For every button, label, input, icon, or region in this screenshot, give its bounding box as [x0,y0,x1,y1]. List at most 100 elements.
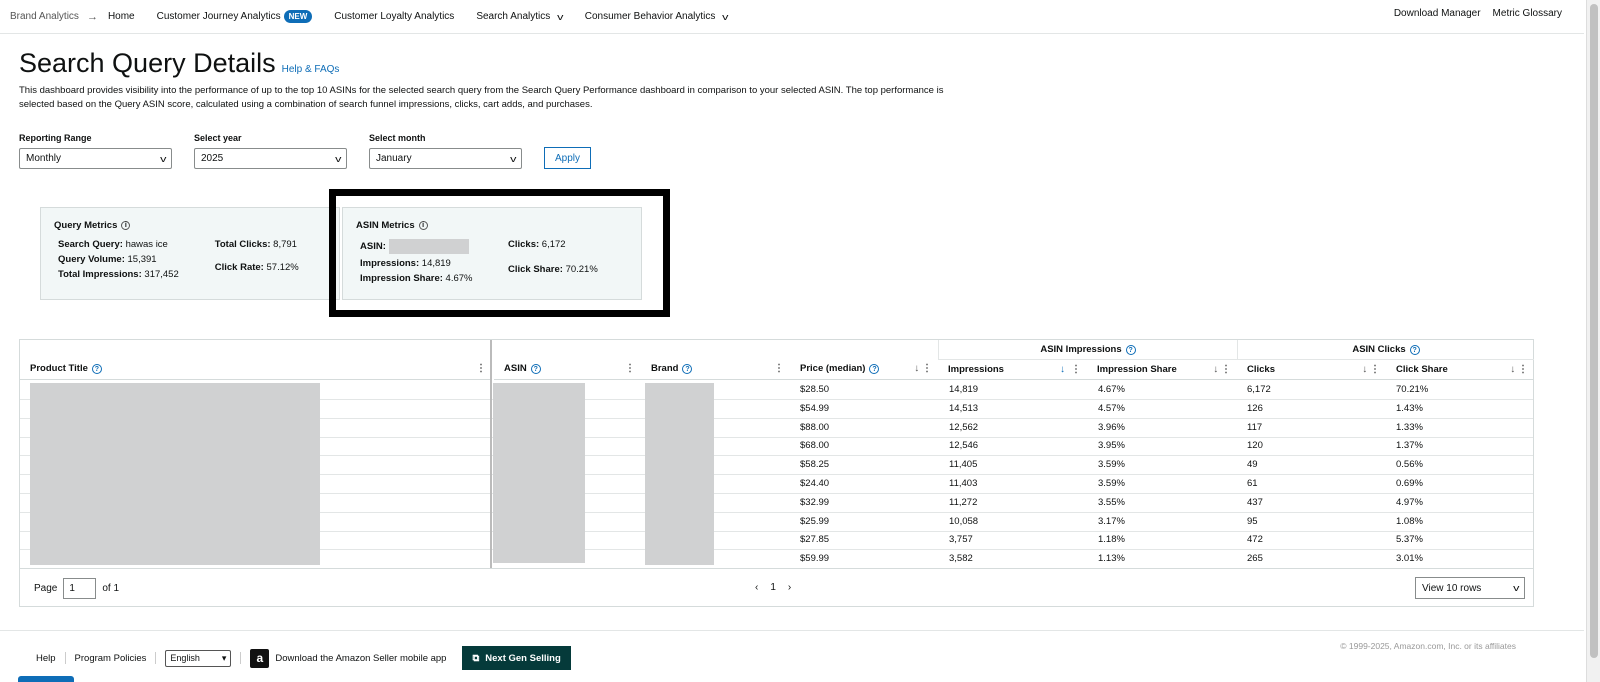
nav-consumer-behavior[interactable]: Consumer Behavior Analytics v [585,11,729,22]
help-icon[interactable]: ? [1125,344,1136,355]
chevron-down-icon: v [557,11,564,22]
redacted-product-titles [30,383,320,565]
header-impressions[interactable]: Impressions ↓ ⋮ [938,360,1087,380]
new-badge: NEW [283,10,313,23]
header-asin[interactable]: ASIN? ⋮ [494,340,641,380]
price-cell: $59.99 [800,553,830,565]
help-icon[interactable]: ? [1409,344,1420,355]
sort-menu-icons[interactable]: ↓ ⋮ [1213,364,1231,375]
price-cell: $32.99 [800,496,830,508]
next-gen-selling-button[interactable]: ⧉ Next Gen Selling [462,646,571,670]
header-clicks[interactable]: Clicks ↓ ⋮ [1237,360,1386,380]
prev-page-icon[interactable]: ‹ [755,582,758,593]
price-cell: $58.25 [800,459,830,471]
highlight-box [329,189,670,317]
rows-per-page-select[interactable]: View 10 rows v [1415,577,1525,599]
nav-search-analytics-label: Search Analytics [476,11,551,22]
scrollbar-thumb[interactable] [1590,4,1598,658]
help-icon[interactable]: ? [91,364,102,374]
nav-search-analytics[interactable]: Search Analytics v [476,11,564,22]
chevron-down-icon: v [509,153,516,164]
search-query-metric: Search Query: hawas ice [58,239,179,250]
total-impressions-label: Total Impressions: [58,269,142,280]
month-label: Select month [369,133,426,143]
impression-share-cell: 3.59% [1098,459,1125,471]
impression-share-cell: 3.96% [1098,421,1125,433]
breadcrumb-brand-analytics[interactable]: Brand Analytics [10,11,79,22]
header-price[interactable]: Price (median)? ↓ ⋮ [790,340,938,380]
header-product-title[interactable]: Product Title? ⋮ [20,340,492,380]
reporting-range-value: Monthly [26,153,62,164]
clicks-cell: 117 [1247,421,1263,433]
header-click-share[interactable]: Click Share ↓ ⋮ [1386,360,1534,380]
total-impressions-value: 317,452 [144,269,179,280]
sort-menu-icons[interactable]: ↓ ⋮ [914,363,932,374]
month-select[interactable]: January v [369,148,522,169]
column-divider [490,340,492,568]
next-page-icon[interactable]: › [788,582,791,593]
arrow-right-icon: → [86,10,98,23]
redacted-asins [493,383,585,563]
sort-menu-icons[interactable]: ↓ ⋮ [1060,364,1081,375]
column-menu-icon[interactable]: ⋮ [774,363,784,374]
page-number-input[interactable]: 1 [63,578,97,599]
impression-share-cell: 1.18% [1098,534,1125,546]
impression-share-header-label: Impression Share [1097,364,1177,375]
header-impression-share[interactable]: Impression Share ↓ ⋮ [1087,360,1237,380]
footer-help-link[interactable]: Help [36,653,56,664]
help-faqs-link[interactable]: Help & FAQs [282,64,340,75]
page-description: This dashboard provides visibility into … [19,85,944,110]
language-value: English [170,653,200,663]
impression-share-cell: 3.55% [1098,496,1125,508]
sort-desc-icon[interactable]: ↓ [1060,364,1065,375]
year-filter: Select year 2025 v [194,133,347,169]
total-clicks-metric: Total Clicks: 8,791 [215,239,299,258]
click-share-cell: 3.01% [1396,553,1423,565]
top-nav: Brand Analytics → Home Customer Journey … [0,0,1584,34]
help-icon[interactable]: ? [869,364,880,374]
nav-home[interactable]: Home [108,11,135,22]
page-count-label: of 1 [102,583,120,594]
language-select[interactable]: English ▾ [165,649,232,667]
column-menu-icon[interactable]: ⋮ [476,363,486,374]
chevron-down-icon: ▾ [221,652,227,663]
sort-menu-icons[interactable]: ↓ ⋮ [1362,364,1380,375]
clicks-cell: 472 [1247,534,1263,546]
nav-customer-loyalty[interactable]: Customer Loyalty Analytics [334,11,454,22]
impression-share-cell: 3.59% [1098,478,1125,489]
header-brand[interactable]: Brand? ⋮ [641,340,790,380]
asin-table: ASIN Impressions? ASIN Clicks? Product T… [19,339,1534,607]
feedback-tab[interactable] [18,676,74,682]
help-icon[interactable]: ? [530,364,541,374]
program-policies-link[interactable]: Program Policies [75,653,147,664]
info-icon[interactable]: i [121,221,131,230]
metric-glossary-link[interactable]: Metric Glossary [1493,8,1562,19]
sort-menu-icons[interactable]: ↓ ⋮ [1510,364,1528,375]
search-query-value: hawas ice [125,239,168,250]
help-icon[interactable]: ? [682,364,693,374]
download-app-link[interactable]: Download the Amazon Seller mobile app [275,653,446,664]
reporting-range-select[interactable]: Monthly v [19,148,172,169]
impressions-cell: 12,546 [949,440,979,452]
impressions-cell: 3,757 [949,534,973,546]
vertical-scrollbar[interactable] [1586,0,1600,682]
clicks-cell: 49 [1247,459,1258,471]
download-manager-link[interactable]: Download Manager [1394,8,1481,19]
asin-header-label: ASIN [504,363,527,374]
reporting-range-label: Reporting Range [19,133,92,143]
nav-customer-journey[interactable]: Customer Journey Analytics NEW [157,10,313,23]
column-menu-icon[interactable]: ⋮ [625,363,635,374]
page-title: Search Query Details [19,48,276,78]
price-cell: $24.40 [800,478,830,489]
year-select[interactable]: 2025 v [194,148,347,169]
apply-button[interactable]: Apply [544,147,591,169]
click-share-cell: 0.69% [1396,478,1423,489]
current-page[interactable]: 1 [770,582,776,593]
clicks-header-label: Clicks [1247,364,1275,375]
impressions-header-label: Impressions [948,364,1004,375]
group-clicks-label: ASIN Clicks [1352,344,1406,355]
impressions-cell: 11,272 [949,496,978,508]
impressions-cell: 14,819 [949,384,979,395]
product-title-header-label: Product Title [30,363,88,374]
click-share-header-label: Click Share [1396,364,1448,375]
